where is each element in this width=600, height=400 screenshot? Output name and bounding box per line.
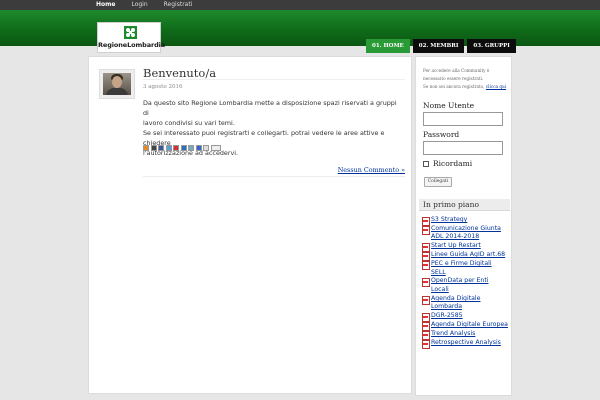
- nav-home[interactable]: 01. HOME: [366, 39, 410, 53]
- share-icons: [143, 145, 222, 151]
- featured-link[interactable]: Start Up Restart: [431, 242, 481, 251]
- pdf-icon: [422, 339, 430, 349]
- pdf-icon: [422, 295, 430, 305]
- avatar-photo: [103, 73, 131, 95]
- featured-link-item: Trend Analysis: [422, 330, 508, 340]
- featured-widget-title: In primo piano: [419, 199, 510, 211]
- post-divider: [143, 176, 405, 177]
- featured-link-item: Start Up Restart: [422, 242, 508, 252]
- featured-link-item: Linee Guida AgID art.68: [422, 251, 508, 261]
- logo-text: RegioneLombardia: [98, 41, 166, 49]
- linkedin-share-icon[interactable]: [180, 145, 187, 151]
- stumble-share-icon[interactable]: [188, 145, 194, 151]
- username-input[interactable]: [423, 112, 503, 126]
- pdf-icon: [422, 278, 430, 288]
- featured-link[interactable]: Comunicazione Giunta ADL 2014-2018: [431, 225, 508, 242]
- comments-link[interactable]: Nessun Commento »: [338, 166, 405, 174]
- site-header: RegioneLombardia 01. HOME 02. MEMBRI 03.…: [0, 10, 600, 53]
- username-label: Nome Utente: [423, 101, 475, 110]
- register-link[interactable]: clicca qui: [486, 84, 506, 89]
- remember-me: Ricordami: [423, 159, 472, 168]
- admin-link-login[interactable]: Login: [131, 0, 147, 10]
- google-share-icon[interactable]: [173, 145, 179, 151]
- featured-link-item: OpenData per Enti Locali: [422, 277, 508, 294]
- remember-label: Ricordami: [433, 159, 473, 168]
- featured-link-item: PEC e Firme Digitali SELL: [422, 260, 508, 277]
- featured-link[interactable]: S3 Strategy: [431, 216, 467, 225]
- featured-link-item: Retrospective Analysis: [422, 339, 508, 349]
- main-nav: 01. HOME 02. MEMBRI 03. GRUPPI: [366, 39, 519, 53]
- featured-link[interactable]: Retrospective Analysis: [431, 339, 501, 348]
- password-input[interactable]: [423, 141, 503, 155]
- featured-link-item: S3 Strategy: [422, 216, 508, 226]
- delicious-share-icon[interactable]: [165, 145, 172, 151]
- admin-link-home[interactable]: Home: [96, 0, 115, 10]
- main-content: Benvenuto/a 3 agosto 2016 Da questo sito…: [88, 56, 412, 394]
- print-share-icon[interactable]: [203, 145, 209, 151]
- title-divider: [143, 79, 405, 80]
- facebook-share-icon[interactable]: [158, 145, 164, 151]
- featured-links: S3 Strategy Comunicazione Giunta ADL 201…: [422, 216, 508, 349]
- remember-checkbox[interactable]: [423, 160, 429, 167]
- nav-groups[interactable]: 03. GRUPPI: [467, 39, 516, 53]
- featured-link[interactable]: DGR-2585: [431, 312, 463, 321]
- featured-link[interactable]: Agenda Digitale Lombarda: [431, 295, 508, 312]
- author-avatar[interactable]: [99, 69, 135, 99]
- password-label: Password: [423, 130, 460, 139]
- featured-link[interactable]: PEC e Firme Digitali SELL: [431, 260, 508, 277]
- email-share-icon[interactable]: [210, 145, 221, 151]
- login-button[interactable]: Collegati: [424, 177, 452, 187]
- pdf-icon: [422, 260, 430, 270]
- featured-link[interactable]: Agenda Digitale Europea: [431, 321, 508, 330]
- site-logo[interactable]: RegioneLombardia: [97, 22, 166, 53]
- login-note-text: Se non sei ancora registrato,: [423, 84, 485, 89]
- featured-link[interactable]: Trend Analysis: [431, 330, 475, 339]
- admin-link-register[interactable]: Registrati: [164, 0, 193, 10]
- post-title[interactable]: Benvenuto/a: [143, 66, 216, 80]
- login-note-line: Se non sei ancora registrato, clicca qui: [423, 83, 507, 91]
- admin-nav: Home Login Registrati: [96, 0, 208, 10]
- featured-link-item: Agenda Digitale Europea: [422, 321, 508, 331]
- pdf-icon: [422, 216, 430, 226]
- pdf-icon: [422, 242, 430, 252]
- featured-link-item: DGR-2585: [422, 312, 508, 322]
- nav-members[interactable]: 02. MEMBRI: [412, 39, 465, 53]
- login-note-line: Per accedere alla Community è: [423, 68, 490, 73]
- post-date: 3 agosto 2016: [143, 84, 183, 90]
- featured-link[interactable]: OpenData per Enti Locali: [431, 277, 508, 294]
- post-body-line: Da questo sito Regione Lombardia mette a…: [143, 99, 397, 117]
- pdf-icon: [422, 312, 430, 322]
- pdf-icon: [422, 330, 430, 340]
- pdf-icon: [422, 251, 430, 261]
- login-note-line: necessario essere registrati.: [423, 76, 484, 81]
- rss-share-icon[interactable]: [143, 145, 149, 151]
- twitter-share-icon[interactable]: [195, 145, 202, 151]
- pdf-icon: [422, 225, 430, 235]
- login-note: Per accedere alla Community è necessario…: [423, 67, 507, 91]
- featured-link[interactable]: Linee Guida AgID art.68: [431, 251, 505, 260]
- admin-bar: Home Login Registrati: [0, 0, 600, 10]
- login-widget: Per accedere alla Community è necessario…: [416, 57, 511, 192]
- post-body-line: lavoro condivisi su vari temi.: [143, 119, 235, 127]
- featured-link-item: Comunicazione Giunta ADL 2014-2018: [422, 225, 508, 242]
- featured-link-item: Agenda Digitale Lombarda: [422, 295, 508, 312]
- pdf-icon: [422, 321, 430, 331]
- sidebar: Per accedere alla Community è necessario…: [415, 56, 512, 396]
- lombardia-rose-icon: [124, 26, 137, 39]
- digg-share-icon[interactable]: [150, 145, 157, 151]
